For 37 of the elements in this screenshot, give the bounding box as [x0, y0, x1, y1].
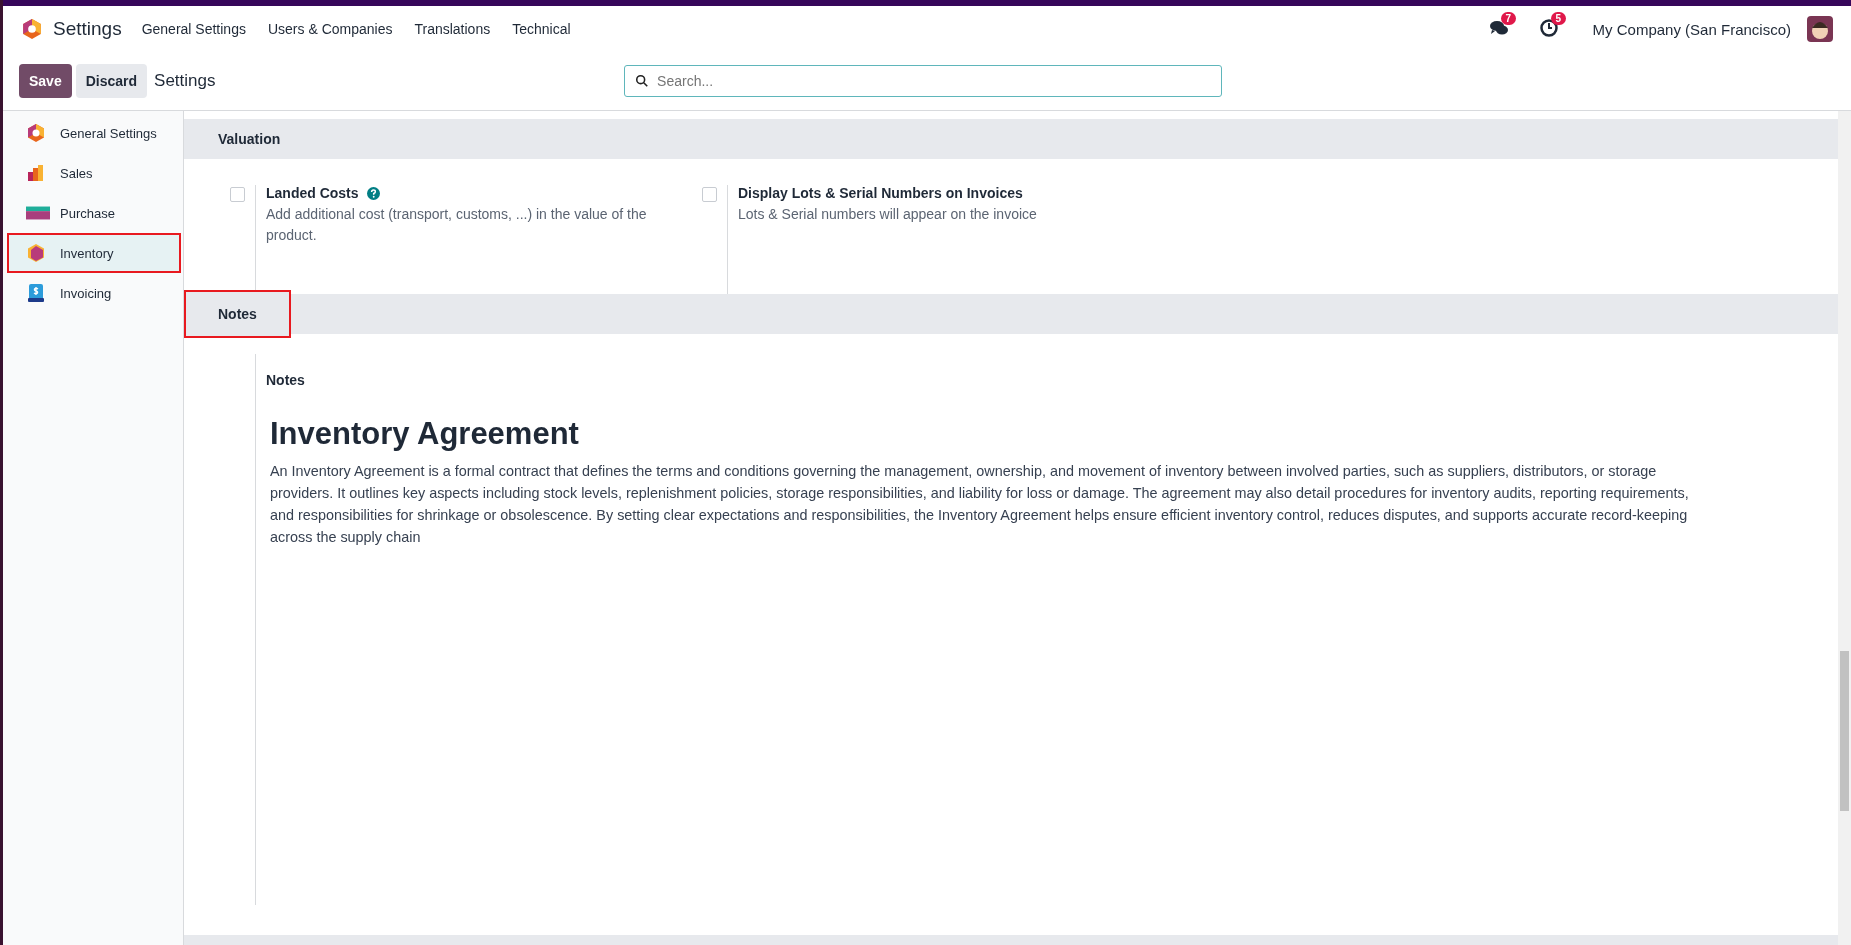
- cube-icon: [26, 243, 46, 263]
- discard-button[interactable]: Discard: [75, 64, 148, 98]
- setting-description: Add additional cost (transport, customs, ...) in the value of the product.: [266, 205, 648, 245]
- save-button[interactable]: Save: [19, 64, 72, 98]
- section-title: Notes: [184, 290, 291, 338]
- menu-item[interactable]: General Settings: [141, 21, 246, 37]
- sidebar-item[interactable]: Sales: [7, 153, 181, 193]
- sidebar-item[interactable]: General Settings: [7, 113, 181, 153]
- breadcrumb: Settings: [154, 71, 217, 91]
- app-title[interactable]: Settings: [53, 18, 122, 40]
- sidebar-item[interactable]: Inventory: [7, 233, 181, 273]
- setting-label: Display Lots & Serial Numbers on Invoices: [738, 185, 1023, 201]
- sidebar-item[interactable]: Invoicing: [7, 273, 181, 313]
- menu-item[interactable]: Translations: [414, 21, 491, 37]
- bar-chart-icon: [26, 163, 46, 183]
- note-paragraph: An Inventory Agreement is a formal contract that defines the terms and conditions governing the management, ownership, and movement of inventory between involved parties, such as suppliers, distributors, or storage providers. It outlines key aspects including stock levels, replenishment policies, storage responsibilities, and liability for loss or damage. The agreement may also detail procedures for inventory audits, reporting requirements, and responsibilities for shrinkage or obsolescence. By setting clear expectations and responsibilities, the Inventory Agreement helps ensure efficient inventory control, reduces disputes, and supports accurate record-keeping across the supply chain: [270, 462, 1690, 547]
- sidebar-item[interactable]: Purchase: [7, 193, 181, 233]
- company-switcher[interactable]: My Company (San Francisco): [1592, 20, 1791, 38]
- note-heading: Inventory Agreement: [270, 416, 580, 452]
- hexagon-icon: [26, 123, 46, 143]
- hexagon-logo-icon[interactable]: [21, 18, 43, 40]
- scrollbar[interactable]: [1838, 111, 1851, 945]
- setting-description: Lots & Serial numbers will appear on the invoice: [738, 205, 1038, 224]
- field-label: Notes: [266, 372, 306, 388]
- invoice-icon: [26, 283, 46, 303]
- notification-badge: 7: [1500, 12, 1517, 25]
- avatar-icon[interactable]: [1807, 16, 1833, 42]
- menu-item[interactable]: Users & Companies: [267, 21, 393, 37]
- setting-label: Landed Costs: [266, 185, 359, 201]
- section-title: Valuation: [217, 130, 282, 149]
- help-icon[interactable]: [366, 186, 380, 200]
- menu-item[interactable]: Technical: [512, 21, 571, 37]
- notification-badge: 5: [1550, 12, 1567, 25]
- search-icon: [635, 74, 650, 88]
- search-field[interactable]: Search...: [624, 65, 1223, 97]
- checkbox[interactable]: [230, 187, 245, 202]
- checkbox[interactable]: [702, 187, 717, 202]
